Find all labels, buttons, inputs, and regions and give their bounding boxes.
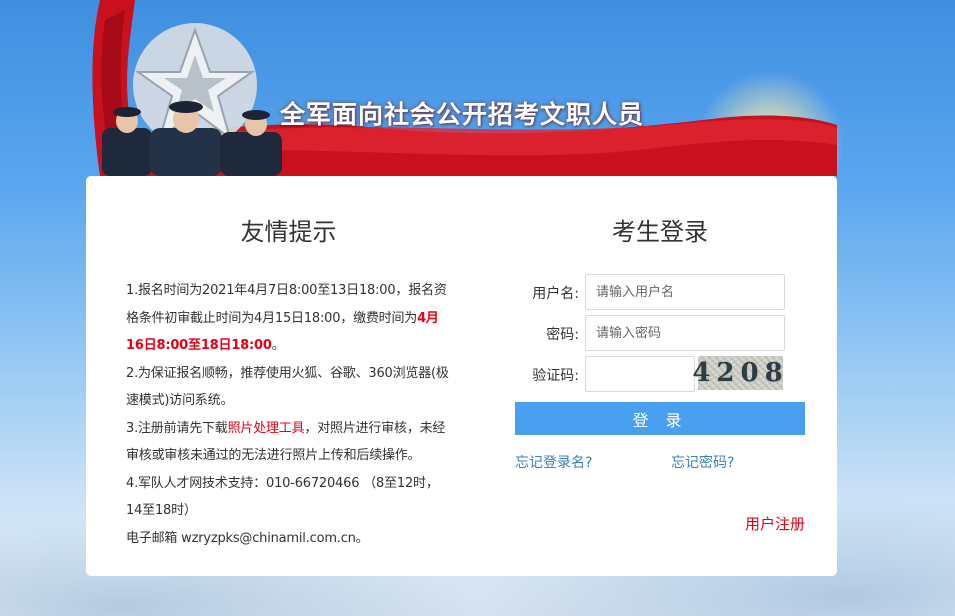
notice-item-4: 4.军队人才网技术支持：010-66720466 （8至12时，14至18时）: [126, 475, 439, 519]
banner-graphic: [92, 0, 837, 176]
login-panel: 考生登录 用户名: 密码: 验证码: 4208 登 录 忘记登录名? 忘记密码?…: [515, 212, 805, 533]
captcha-label: 验证码:: [532, 368, 579, 384]
login-button[interactable]: 登 录: [515, 402, 805, 435]
soldiers-illustration: [102, 101, 282, 176]
notice-item-2: 2.为保证报名顺畅，推荐使用火狐、谷歌、360浏览器(极速模式)访问系统。: [126, 365, 449, 409]
notice-item-3: 3.注册前请先下载照片处理工具，对照片进行审核，未经审核或审核未通过的无法进行照…: [126, 415, 451, 470]
captcha-row: 验证码: 4208: [515, 356, 805, 392]
captcha-image[interactable]: 4208: [692, 356, 783, 390]
notice-item-1-text: 1.报名时间为2021年4月7日8:00至13日18:00，报名资格条件初审截止…: [126, 283, 447, 326]
header-banner: 全军面向社会公开招考文职人员: [0, 0, 955, 178]
register-link[interactable]: 用户注册: [745, 513, 805, 534]
notice-panel: 友情提示 1.报名时间为2021年4月7日8:00至13日18:00，报名资格条…: [126, 212, 451, 552]
login-links: 忘记登录名? 忘记密码?: [515, 452, 805, 472]
notice-email: 电子邮箱 wzryzpks@chinamil.com.cn。: [126, 530, 369, 546]
username-row: 用户名:: [515, 274, 805, 310]
notice-item-3-text: 3.注册前请先下载: [126, 420, 228, 436]
password-row: 密码:: [515, 315, 805, 351]
notice-item-1: 1.报名时间为2021年4月7日8:00至13日18:00，报名资格条件初审截止…: [126, 277, 451, 360]
notice-title: 友情提示: [240, 218, 337, 246]
username-input[interactable]: [585, 274, 785, 310]
captcha-input[interactable]: [585, 356, 695, 392]
password-label: 密码:: [546, 327, 579, 343]
notice-item-1-suffix: 。: [271, 338, 285, 353]
page-title: 全军面向社会公开招考文职人员: [280, 100, 645, 129]
main-card: 友情提示 1.报名时间为2021年4月7日8:00至13日18:00，报名资格条…: [86, 176, 837, 576]
username-label: 用户名:: [532, 286, 579, 302]
forgot-password-link[interactable]: 忘记密码?: [671, 452, 734, 472]
photo-tool-link[interactable]: 照片处理工具: [228, 421, 305, 436]
login-title: 考生登录: [612, 218, 708, 246]
password-input[interactable]: [585, 315, 785, 351]
forgot-username-link[interactable]: 忘记登录名?: [515, 452, 592, 472]
